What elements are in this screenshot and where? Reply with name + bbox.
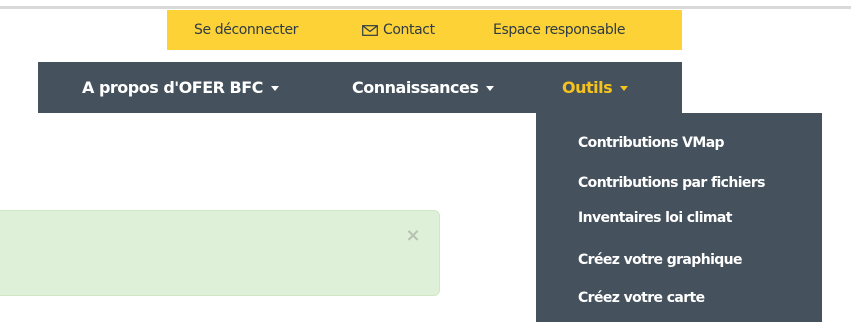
nav-item-knowledge[interactable]: Connaissances: [352, 62, 495, 113]
caret-down-icon: [620, 86, 629, 91]
manager-space-link[interactable]: Espace responsable: [493, 10, 626, 50]
dropdown-item-file-contributions[interactable]: Contributions par fichiers: [578, 173, 765, 193]
contact-label: Contact: [383, 22, 435, 38]
dropdown-item-climate-inventories[interactable]: Inventaires loi climat: [578, 208, 732, 228]
dropdown-item-create-chart[interactable]: Créez votre graphique: [578, 250, 743, 270]
dropdown-item-vmap-contributions[interactable]: Contributions VMap: [578, 133, 725, 153]
utility-bar: Se déconnecter Contact Espace responsabl…: [167, 10, 682, 50]
caret-down-icon: [486, 86, 495, 91]
main-navigation: A propos d'OFER BFC Connaissances Outils: [38, 62, 682, 113]
tools-dropdown-menu: Contributions VMap Contributions par fic…: [536, 113, 822, 322]
nav-item-knowledge-label: Connaissances: [352, 78, 479, 97]
dropdown-item-create-map[interactable]: Créez votre carte: [578, 288, 705, 308]
nav-item-about[interactable]: A propos d'OFER BFC: [82, 62, 279, 113]
nav-item-tools-label: Outils: [562, 78, 613, 97]
mail-icon: [362, 24, 378, 36]
caret-down-icon: [270, 86, 279, 91]
success-alert: ×: [0, 210, 440, 296]
nav-item-about-label: A propos d'OFER BFC: [82, 78, 263, 97]
close-icon[interactable]: ×: [402, 225, 424, 247]
logout-link[interactable]: Se déconnecter: [194, 10, 298, 50]
contact-link[interactable]: Contact: [362, 10, 435, 50]
nav-item-tools[interactable]: Outils: [562, 62, 629, 113]
top-divider: [0, 6, 851, 9]
